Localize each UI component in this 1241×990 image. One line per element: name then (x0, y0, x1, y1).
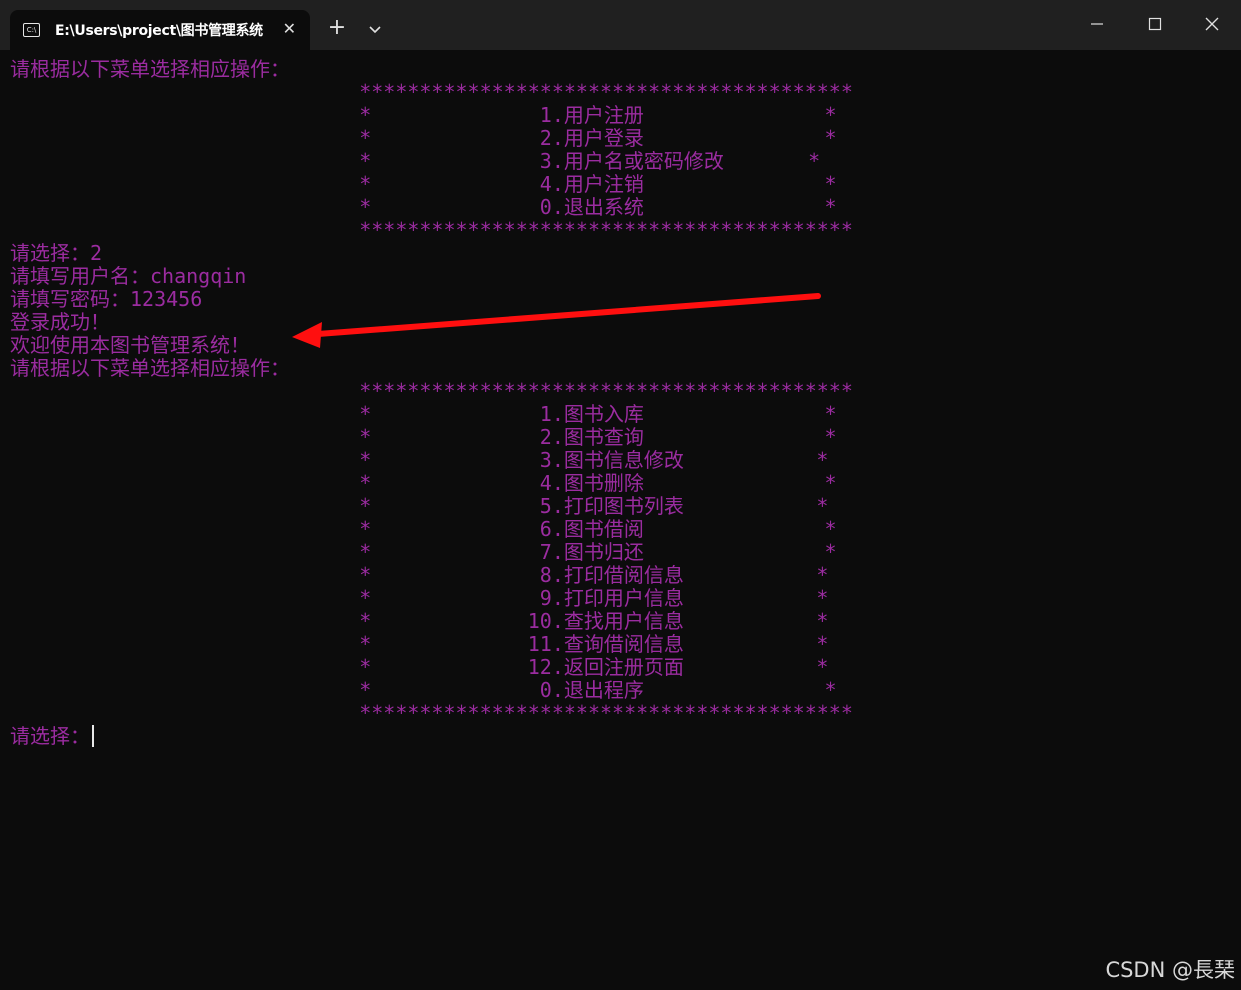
console-line: * 12.返回注册页面 * (10, 655, 829, 679)
console-line: 请填写用户名：changqin (10, 264, 247, 288)
console-line: * 1.用户注册 * (10, 103, 837, 127)
close-window-button[interactable] (1183, 0, 1241, 48)
console-line: * 9.打印用户信息 * (10, 586, 829, 610)
console-line: 请根据以下菜单选择相应操作： (10, 356, 290, 380)
console-line: 欢迎使用本图书管理系统！ (10, 333, 250, 357)
console-line: * 0.退出系统 * (10, 195, 837, 219)
console-line: * 4.图书删除 * (10, 471, 837, 495)
console-line: * 10.查找用户信息 * (10, 609, 829, 633)
console-line: * 7.图书归还 * (10, 540, 837, 564)
close-tab-icon[interactable]: ✕ (283, 21, 296, 37)
chevron-down-icon[interactable] (363, 17, 387, 41)
console-line: 请选择：2 (10, 241, 103, 265)
console-line: * 3.用户名或密码修改 * (10, 149, 821, 173)
console-line: * 2.用户登录 * (10, 126, 837, 150)
console-line: * 2.图书查询 * (10, 425, 837, 449)
maximize-button[interactable] (1126, 0, 1184, 48)
text-cursor (92, 725, 94, 747)
console-prompt-line[interactable]: 请选择： (10, 725, 853, 748)
console-line: ****************************************… (10, 379, 853, 403)
console-line: * 1.图书入库 * (10, 402, 837, 426)
title-bar: C:\ E:\Users\project\图书管理系统 ✕ + (0, 0, 1241, 50)
minimize-button[interactable] (1068, 0, 1126, 48)
console-output[interactable]: 请根据以下菜单选择相应操作： *************************… (10, 58, 853, 748)
close-icon (1205, 17, 1219, 31)
tab-title: E:\Users\project\图书管理系统 (55, 23, 263, 39)
terminal-tab[interactable]: C:\ E:\Users\project\图书管理系统 ✕ (10, 10, 310, 50)
console-line: * 11.查询借阅信息 * (10, 632, 829, 656)
console-prompt: 请选择： (10, 724, 90, 748)
console-line: * 0.退出程序 * (10, 678, 837, 702)
maximize-icon (1148, 17, 1162, 31)
console-line: ****************************************… (10, 701, 853, 725)
console-line: 登录成功！ (10, 310, 110, 334)
terminal-icon: C:\ (23, 23, 40, 37)
console-line: ****************************************… (10, 80, 853, 104)
console-line: * 6.图书借阅 * (10, 517, 837, 541)
console-line: * 5.打印图书列表 * (10, 494, 829, 518)
console-line: * 4.用户注销 * (10, 172, 837, 196)
console-line: ****************************************… (10, 218, 853, 242)
console-line: * 3.图书信息修改 * (10, 448, 829, 472)
watermark: CSDN @長琹 (1105, 958, 1235, 982)
console-line: * 8.打印借阅信息 * (10, 563, 829, 587)
minimize-icon (1091, 23, 1103, 25)
console-line: 请根据以下菜单选择相应操作： (10, 57, 290, 81)
new-tab-button[interactable]: + (325, 17, 349, 41)
console-line: 请填写密码：123456 (10, 287, 203, 311)
